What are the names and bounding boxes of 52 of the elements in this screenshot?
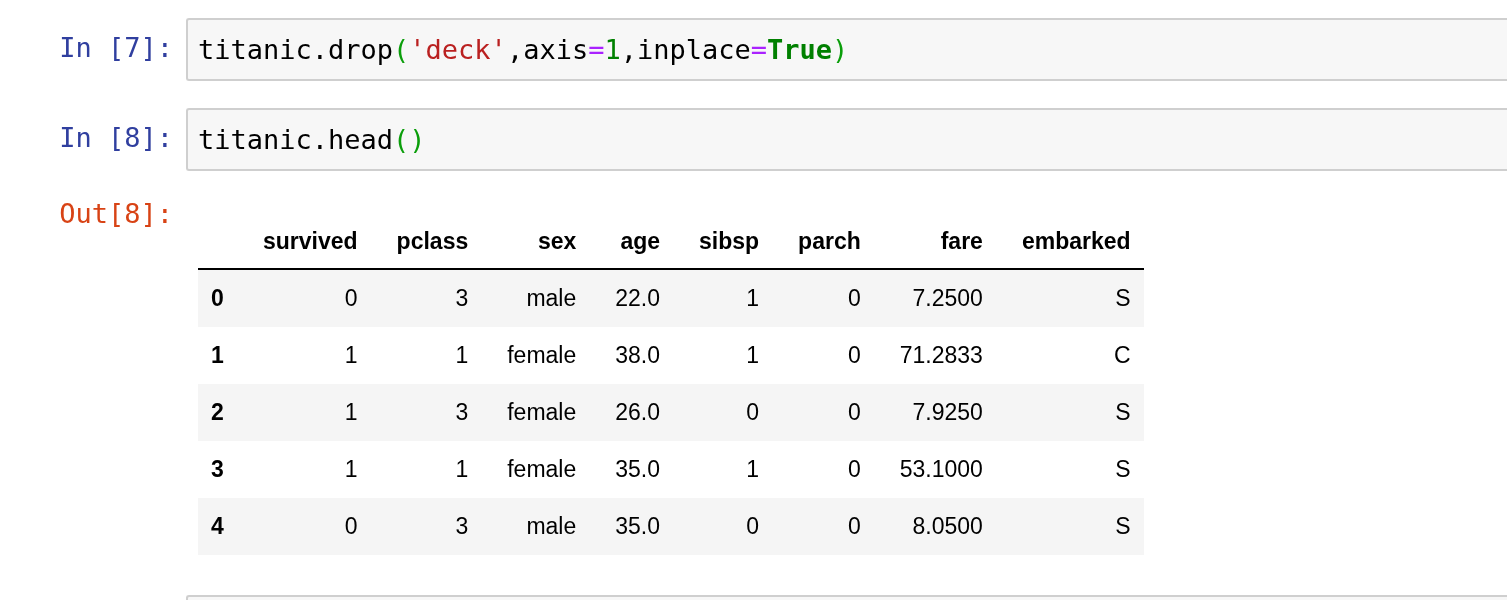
table-cell: 0	[772, 384, 874, 441]
code-line: titanic.head()	[198, 124, 426, 155]
table-cell: 0	[673, 498, 773, 555]
table-cell: female	[481, 441, 590, 498]
table-cell: 0	[673, 384, 773, 441]
table-cell: 0	[237, 498, 371, 555]
row-index: 4	[198, 498, 237, 555]
code-input-cell[interactable]: titanic.drop('deck',axis=1,inplace=True)	[186, 18, 1507, 81]
table-cell: 1	[237, 327, 371, 384]
table-cell: 3	[370, 498, 482, 555]
table-cell: 3	[370, 269, 482, 327]
table-cell: 0	[772, 327, 874, 384]
table-cell: S	[995, 441, 1144, 498]
table-cell: male	[481, 498, 590, 555]
table-cell: S	[995, 498, 1144, 555]
table-cell: 1	[370, 441, 482, 498]
table-cell: female	[481, 327, 590, 384]
table-cell: 7.2500	[873, 269, 996, 327]
table-cell: 0	[772, 269, 874, 327]
row-index: 2	[198, 384, 237, 441]
input-prompt: In [8]:	[59, 122, 173, 153]
table-cell: 26.0	[589, 384, 674, 441]
output-prompt: Out[8]:	[59, 198, 173, 229]
table-cell: female	[481, 384, 590, 441]
table-cell: 7.9250	[873, 384, 996, 441]
table-cell: 0	[772, 441, 874, 498]
table-cell: 1	[673, 269, 773, 327]
table-cell: C	[995, 327, 1144, 384]
row-index: 1	[198, 327, 237, 384]
table-cell: 1	[673, 441, 773, 498]
table-cell: 1	[237, 384, 371, 441]
table-cell: S	[995, 384, 1144, 441]
table-cell: 22.0	[589, 269, 674, 327]
table-cell: S	[995, 269, 1144, 327]
table-cell: 53.1000	[873, 441, 996, 498]
table-cell: male	[481, 269, 590, 327]
table-cell: 1	[237, 441, 371, 498]
input-prompt: In [7]:	[59, 32, 173, 63]
table-cell: 0	[237, 269, 371, 327]
table-cell: 38.0	[589, 327, 674, 384]
table-cell: 0	[772, 498, 874, 555]
code-input-cell[interactable]: titanic.head()	[186, 108, 1507, 171]
table-cell: 35.0	[589, 441, 674, 498]
table-cell: 35.0	[589, 498, 674, 555]
table-cell: 1	[673, 327, 773, 384]
table-cell: 1	[370, 327, 482, 384]
table-cell: 3	[370, 384, 482, 441]
code-line: titanic.drop('deck',axis=1,inplace=True)	[198, 34, 849, 65]
table-cell: 71.2833	[873, 327, 996, 384]
row-index: 3	[198, 441, 237, 498]
table-cell: 8.0500	[873, 498, 996, 555]
row-index: 0	[198, 269, 237, 327]
